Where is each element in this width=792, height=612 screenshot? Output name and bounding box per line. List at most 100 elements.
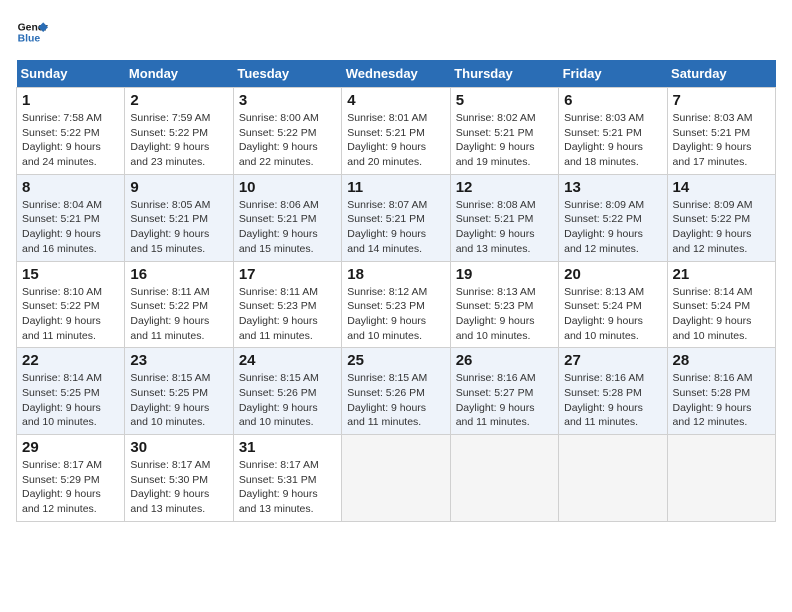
- calendar-cell: 6 Sunrise: 8:03 AMSunset: 5:21 PMDaylight…: [559, 88, 667, 175]
- day-number: 15: [22, 266, 119, 283]
- day-info: Sunrise: 8:17 AMSunset: 5:30 PMDaylight:…: [130, 458, 227, 517]
- calendar-week-row: 15 Sunrise: 8:10 AMSunset: 5:22 PMDayligh…: [17, 261, 776, 348]
- weekday-header-sunday: Sunday: [17, 60, 125, 88]
- day-info: Sunrise: 8:17 AMSunset: 5:29 PMDaylight:…: [22, 458, 119, 517]
- day-info: Sunrise: 7:59 AMSunset: 5:22 PMDaylight:…: [130, 111, 227, 170]
- weekday-header-monday: Monday: [125, 60, 233, 88]
- page-header: General Blue: [16, 16, 776, 48]
- weekday-header-tuesday: Tuesday: [233, 60, 341, 88]
- calendar-week-row: 1 Sunrise: 7:58 AMSunset: 5:22 PMDaylight…: [17, 88, 776, 175]
- day-number: 4: [347, 92, 444, 109]
- day-number: 1: [22, 92, 119, 109]
- calendar-cell: [450, 435, 558, 522]
- day-number: 11: [347, 179, 444, 196]
- calendar-cell: 8 Sunrise: 8:04 AMSunset: 5:21 PMDaylight…: [17, 174, 125, 261]
- day-info: Sunrise: 8:14 AMSunset: 5:25 PMDaylight:…: [22, 371, 119, 430]
- calendar-cell: 12 Sunrise: 8:08 AMSunset: 5:21 PMDayligh…: [450, 174, 558, 261]
- day-number: 25: [347, 352, 444, 369]
- day-info: Sunrise: 7:58 AMSunset: 5:22 PMDaylight:…: [22, 111, 119, 170]
- day-info: Sunrise: 8:08 AMSunset: 5:21 PMDaylight:…: [456, 198, 553, 257]
- day-info: Sunrise: 8:03 AMSunset: 5:21 PMDaylight:…: [673, 111, 770, 170]
- calendar-cell: 3 Sunrise: 8:00 AMSunset: 5:22 PMDaylight…: [233, 88, 341, 175]
- day-number: 12: [456, 179, 553, 196]
- calendar-cell: 4 Sunrise: 8:01 AMSunset: 5:21 PMDaylight…: [342, 88, 450, 175]
- svg-text:Blue: Blue: [18, 34, 41, 45]
- calendar-cell: 22 Sunrise: 8:14 AMSunset: 5:25 PMDayligh…: [17, 348, 125, 435]
- day-info: Sunrise: 8:09 AMSunset: 5:22 PMDaylight:…: [673, 198, 770, 257]
- day-info: Sunrise: 8:06 AMSunset: 5:21 PMDaylight:…: [239, 198, 336, 257]
- day-info: Sunrise: 8:15 AMSunset: 5:26 PMDaylight:…: [239, 371, 336, 430]
- day-info: Sunrise: 8:11 AMSunset: 5:23 PMDaylight:…: [239, 285, 336, 344]
- calendar-week-row: 8 Sunrise: 8:04 AMSunset: 5:21 PMDaylight…: [17, 174, 776, 261]
- calendar-cell: 26 Sunrise: 8:16 AMSunset: 5:27 PMDayligh…: [450, 348, 558, 435]
- calendar-cell: [667, 435, 775, 522]
- calendar-cell: 19Sunrise: 8:13 AMSunset: 5:23 PMDayligh…: [450, 261, 558, 348]
- day-info: Sunrise: 8:11 AMSunset: 5:22 PMDaylight:…: [130, 285, 227, 344]
- day-info: Sunrise: 8:12 AMSunset: 5:23 PMDaylight:…: [347, 285, 444, 344]
- logo: General Blue: [16, 16, 54, 48]
- day-number: 7: [673, 92, 770, 109]
- calendar-cell: 10 Sunrise: 8:06 AMSunset: 5:21 PMDayligh…: [233, 174, 341, 261]
- calendar-cell: 7 Sunrise: 8:03 AMSunset: 5:21 PMDaylight…: [667, 88, 775, 175]
- calendar-cell: [342, 435, 450, 522]
- calendar-cell: 21 Sunrise: 8:14 AMSunset: 5:24 PMDayligh…: [667, 261, 775, 348]
- day-number: 3: [239, 92, 336, 109]
- day-info: Sunrise: 8:07 AMSunset: 5:21 PMDaylight:…: [347, 198, 444, 257]
- day-info: Sunrise: 8:02 AMSunset: 5:21 PMDaylight:…: [456, 111, 553, 170]
- calendar-cell: 24Sunrise: 8:15 AMSunset: 5:26 PMDayligh…: [233, 348, 341, 435]
- day-info: Sunrise: 8:14 AMSunset: 5:24 PMDaylight:…: [673, 285, 770, 344]
- day-info: Sunrise: 8:05 AMSunset: 5:21 PMDaylight:…: [130, 198, 227, 257]
- calendar-cell: 20 Sunrise: 8:13 AMSunset: 5:24 PMDayligh…: [559, 261, 667, 348]
- calendar-cell: 14 Sunrise: 8:09 AMSunset: 5:22 PMDayligh…: [667, 174, 775, 261]
- day-number: 22: [22, 352, 119, 369]
- calendar-cell: 11 Sunrise: 8:07 AMSunset: 5:21 PMDayligh…: [342, 174, 450, 261]
- day-number: 18: [347, 266, 444, 283]
- day-number: 19: [456, 266, 553, 283]
- logo-icon: General Blue: [16, 16, 48, 48]
- day-number: 26: [456, 352, 553, 369]
- day-number: 17: [239, 266, 336, 283]
- calendar-cell: 31Sunrise: 8:17 AMSunset: 5:31 PMDayligh…: [233, 435, 341, 522]
- day-number: 6: [564, 92, 661, 109]
- day-info: Sunrise: 8:13 AMSunset: 5:24 PMDaylight:…: [564, 285, 661, 344]
- day-info: Sunrise: 8:01 AMSunset: 5:21 PMDaylight:…: [347, 111, 444, 170]
- calendar-cell: 25 Sunrise: 8:15 AMSunset: 5:26 PMDayligh…: [342, 348, 450, 435]
- calendar-cell: 15 Sunrise: 8:10 AMSunset: 5:22 PMDayligh…: [17, 261, 125, 348]
- calendar-cell: 5Sunrise: 8:02 AMSunset: 5:21 PMDaylight…: [450, 88, 558, 175]
- day-number: 30: [130, 439, 227, 456]
- calendar-cell: 23Sunrise: 8:15 AMSunset: 5:25 PMDayligh…: [125, 348, 233, 435]
- day-info: Sunrise: 8:15 AMSunset: 5:26 PMDaylight:…: [347, 371, 444, 430]
- day-info: Sunrise: 8:04 AMSunset: 5:21 PMDaylight:…: [22, 198, 119, 257]
- calendar-cell: 30 Sunrise: 8:17 AMSunset: 5:30 PMDayligh…: [125, 435, 233, 522]
- day-number: 31: [239, 439, 336, 456]
- calendar-cell: [559, 435, 667, 522]
- calendar-cell: 16 Sunrise: 8:11 AMSunset: 5:22 PMDayligh…: [125, 261, 233, 348]
- weekday-header-thursday: Thursday: [450, 60, 558, 88]
- day-number: 14: [673, 179, 770, 196]
- day-number: 16: [130, 266, 227, 283]
- weekday-header-saturday: Saturday: [667, 60, 775, 88]
- day-info: Sunrise: 8:03 AMSunset: 5:21 PMDaylight:…: [564, 111, 661, 170]
- day-info: Sunrise: 8:10 AMSunset: 5:22 PMDaylight:…: [22, 285, 119, 344]
- calendar-table: SundayMondayTuesdayWednesdayThursdayFrid…: [16, 60, 776, 522]
- calendar-cell: 29 Sunrise: 8:17 AMSunset: 5:29 PMDayligh…: [17, 435, 125, 522]
- day-info: Sunrise: 8:15 AMSunset: 5:25 PMDaylight:…: [130, 371, 227, 430]
- day-number: 20: [564, 266, 661, 283]
- day-number: 13: [564, 179, 661, 196]
- day-number: 10: [239, 179, 336, 196]
- day-info: Sunrise: 8:00 AMSunset: 5:22 PMDaylight:…: [239, 111, 336, 170]
- calendar-cell: 2 Sunrise: 7:59 AMSunset: 5:22 PMDaylight…: [125, 88, 233, 175]
- day-number: 9: [130, 179, 227, 196]
- calendar-week-row: 29 Sunrise: 8:17 AMSunset: 5:29 PMDayligh…: [17, 435, 776, 522]
- day-info: Sunrise: 8:09 AMSunset: 5:22 PMDaylight:…: [564, 198, 661, 257]
- calendar-week-row: 22 Sunrise: 8:14 AMSunset: 5:25 PMDayligh…: [17, 348, 776, 435]
- day-number: 8: [22, 179, 119, 196]
- weekday-header-row: SundayMondayTuesdayWednesdayThursdayFrid…: [17, 60, 776, 88]
- day-info: Sunrise: 8:16 AMSunset: 5:27 PMDaylight:…: [456, 371, 553, 430]
- day-number: 2: [130, 92, 227, 109]
- day-number: 29: [22, 439, 119, 456]
- calendar-cell: 28Sunrise: 8:16 AMSunset: 5:28 PMDayligh…: [667, 348, 775, 435]
- calendar-cell: 9 Sunrise: 8:05 AMSunset: 5:21 PMDaylight…: [125, 174, 233, 261]
- day-number: 21: [673, 266, 770, 283]
- day-number: 27: [564, 352, 661, 369]
